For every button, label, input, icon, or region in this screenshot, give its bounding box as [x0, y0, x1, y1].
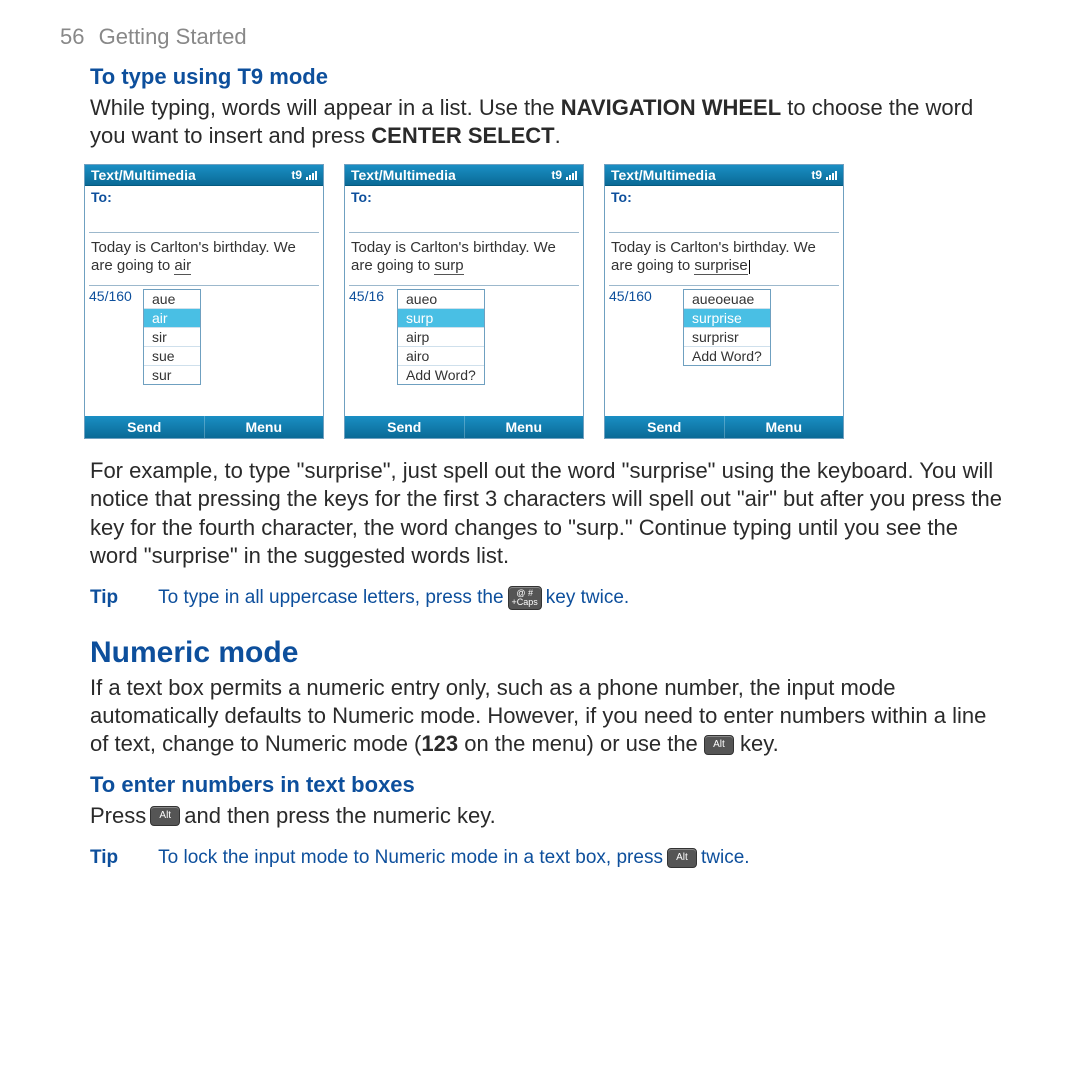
numeric-paragraph: If a text box permits a numeric entry on… — [90, 674, 1010, 758]
center-select-term: CENTER SELECT — [371, 123, 554, 148]
suggestion-item: Add Word? — [398, 366, 484, 384]
phone-title-bar: Text/Multimedia t9 — [85, 165, 323, 186]
phone-title-bar: Text/Multimedia t9 — [605, 165, 843, 186]
to-field-label: To: — [345, 186, 583, 208]
suggestion-item: airp — [398, 328, 484, 347]
softkey-menu: Menu — [725, 416, 844, 438]
chapter-title: Getting Started — [99, 24, 247, 49]
heading-numeric-mode: Numeric mode — [90, 636, 1020, 670]
signal-icon — [306, 170, 317, 180]
typed-word: surprise — [694, 257, 747, 275]
tip-label: Tip — [90, 587, 118, 609]
suggestion-item: sur — [144, 366, 200, 384]
to-field-label: To: — [85, 186, 323, 208]
suggestion-item: aueo — [398, 290, 484, 309]
message-body: Today is Carlton's birthday. We are goin… — [605, 233, 843, 285]
typed-word: surp — [434, 257, 463, 275]
softkey-menu: Menu — [465, 416, 584, 438]
t9-mode-indicator: t9 — [551, 168, 562, 182]
alt-key-icon: Alt — [667, 848, 697, 868]
phone-screenshots-row: Text/Multimedia t9 To: Today is Carlton's b… — [84, 164, 1020, 439]
char-counter: 45/160 — [89, 288, 132, 304]
suggestion-item: surp — [398, 309, 484, 328]
suggestion-item: sir — [144, 328, 200, 347]
heading-t9-mode: To type using T9 mode — [90, 64, 1020, 90]
t9-mode-indicator: t9 — [811, 168, 822, 182]
to-field-label: To: — [605, 186, 843, 208]
suggestion-list: aueosurpairpairoAdd Word? — [397, 289, 485, 385]
alt-key-icon: Alt — [150, 806, 180, 826]
phone-title: Text/Multimedia — [91, 167, 196, 183]
message-body: Today is Carlton's birthday. We are goin… — [345, 233, 583, 285]
phone-screenshot: Text/Multimedia t9 To: Today is Carlton's b… — [344, 164, 584, 439]
suggestion-item: surprisr — [684, 328, 770, 347]
phone-title: Text/Multimedia — [351, 167, 456, 183]
enter-numbers-paragraph: Press Alt and then press the numeric key… — [90, 802, 1010, 830]
page-header: 56 Getting Started — [60, 24, 1020, 50]
suggestion-item: air — [144, 309, 200, 328]
phone-title-bar: Text/Multimedia t9 — [345, 165, 583, 186]
softkey-bar: SendMenu — [345, 416, 583, 438]
example-paragraph: For example, to type "surprise", just sp… — [90, 457, 1010, 570]
suggestion-list: aueoeuaesurprisesurprisrAdd Word? — [683, 289, 771, 366]
char-counter: 45/160 — [609, 288, 652, 304]
suggestion-item: surprise — [684, 309, 770, 328]
signal-icon — [566, 170, 577, 180]
char-counter: 45/16 — [349, 288, 384, 304]
softkey-send: Send — [345, 416, 465, 438]
message-body: Today is Carlton's birthday. We are goin… — [85, 233, 323, 285]
nav-wheel-term: NAVIGATION WHEEL — [561, 95, 781, 120]
t9-mode-indicator: t9 — [291, 168, 302, 182]
page-number: 56 — [60, 24, 84, 49]
manual-page: 56 Getting Started To type using T9 mode… — [0, 0, 1080, 909]
suggestion-item: aueoeuae — [684, 290, 770, 309]
text-cursor — [749, 260, 750, 274]
signal-icon — [826, 170, 837, 180]
phone-title: Text/Multimedia — [611, 167, 716, 183]
softkey-bar: SendMenu — [605, 416, 843, 438]
suggestion-item: airo — [398, 347, 484, 366]
caps-key-icon: @ # +Caps — [508, 586, 542, 610]
typed-word: air — [174, 257, 191, 275]
tip-row-caps: Tip To type in all uppercase letters, pr… — [90, 586, 1020, 610]
alt-key-icon: Alt — [704, 735, 734, 755]
suggestion-item: sue — [144, 347, 200, 366]
suggestion-list: aueairsirsuesur — [143, 289, 201, 385]
softkey-send: Send — [85, 416, 205, 438]
heading-enter-numbers: To enter numbers in text boxes — [90, 772, 1020, 798]
softkey-menu: Menu — [205, 416, 324, 438]
phone-screenshot: Text/Multimedia t9 To: Today is Carlton's b… — [84, 164, 324, 439]
t9-intro-paragraph: While typing, words will appear in a lis… — [90, 94, 1010, 150]
suggestion-item: aue — [144, 290, 200, 309]
suggestion-item: Add Word? — [684, 347, 770, 365]
menu-123-term: 123 — [421, 731, 458, 756]
tip-label: Tip — [90, 847, 118, 869]
tip-row-lock-numeric: Tip To lock the input mode to Numeric mo… — [90, 847, 1020, 869]
softkey-bar: SendMenu — [85, 416, 323, 438]
phone-screenshot: Text/Multimedia t9 To: Today is Carlton's b… — [604, 164, 844, 439]
softkey-send: Send — [605, 416, 725, 438]
